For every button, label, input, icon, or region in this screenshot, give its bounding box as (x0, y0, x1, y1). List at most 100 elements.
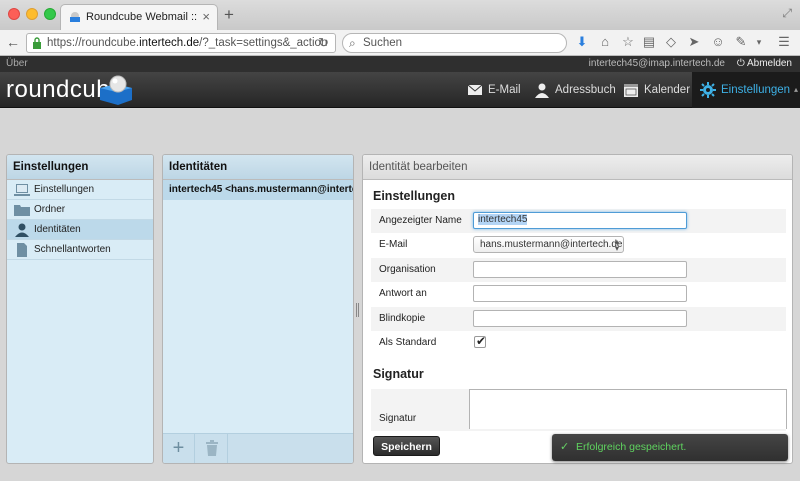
delete-identity-button[interactable] (196, 434, 228, 463)
settings-panel: Einstellungen Einstellungen Ordner Ident… (6, 154, 154, 464)
reply-to-label: Antwort an (379, 288, 427, 299)
search-bar[interactable]: ⌕ Suchen (342, 33, 567, 53)
email-select[interactable]: hans.mustermann@intertech.de ▴ ▾ (473, 236, 624, 253)
settings-item-identities[interactable]: Identitäten (7, 220, 153, 240)
folder-icon (14, 205, 30, 216)
row-default: Als Standard ✔ (371, 331, 786, 355)
reload-icon[interactable]: ↻ (318, 35, 329, 51)
extension-icon[interactable]: ✎ (733, 34, 749, 50)
display-name-field[interactable]: intertech45 (473, 212, 687, 229)
send-icon[interactable]: ➤ (686, 34, 702, 50)
pocket-icon[interactable]: ◇ (663, 34, 679, 50)
settings-item-label: Ordner (34, 204, 66, 215)
identity-list-item[interactable]: intertech45 <hans.mustermann@intertec... (163, 180, 353, 200)
nav-settings[interactable]: Einstellungen ▴ (692, 72, 800, 108)
reading-list-icon[interactable]: ▤ (641, 34, 657, 50)
download-icon[interactable]: ⬇ (574, 34, 590, 50)
url-text: https://roundcube.intertech.de/?_task=se… (47, 37, 328, 49)
settings-item-responses[interactable]: Schnellantworten (7, 240, 153, 260)
add-identity-button[interactable]: + (163, 434, 195, 463)
calendar-icon (624, 84, 638, 97)
settings-item-label: Schnellantworten (34, 244, 111, 255)
browser-tab[interactable]: Roundcube Webmail :: Ide... × (60, 4, 218, 30)
search-placeholder: Suchen (363, 37, 403, 49)
zoom-window-button[interactable] (44, 8, 56, 20)
section-signature-title: Signatur (373, 367, 424, 381)
nav-calendar-label: Kalender (644, 84, 691, 96)
envelope-icon (467, 84, 483, 95)
toast-message: Erfolgreich gespeichert. (576, 441, 687, 453)
person-icon (15, 223, 29, 237)
lock-icon (33, 37, 41, 49)
new-tab-button[interactable]: + (224, 6, 234, 23)
user-account-label: intertech45@imap.intertech.de (588, 58, 725, 69)
roundcube-top-strip: Über intertech45@imap.intertech.de ⏻ Abm… (0, 56, 800, 72)
identity-edit-title: Identität bearbeiten (363, 155, 792, 180)
row-reply-to: Antwort an (371, 282, 786, 306)
settings-item-label: Einstellungen (34, 184, 95, 195)
settings-item-preferences[interactable]: Einstellungen (7, 180, 153, 200)
chevron-up-icon[interactable]: ▴ (794, 85, 798, 94)
search-icon: ⌕ (349, 36, 356, 50)
reply-to-field[interactable] (473, 285, 687, 302)
success-toast: ✓ Erfolgreich gespeichert. (552, 434, 788, 461)
menu-icon[interactable]: ☰ (776, 34, 792, 50)
nav-settings-label: Einstellungen (721, 84, 791, 96)
identities-panel: Identitäten intertech45 <hans.mustermann… (162, 154, 354, 464)
logout-button[interactable]: ⏻ Abmelden (737, 58, 792, 69)
close-window-button[interactable] (8, 8, 20, 20)
identity-edit-panel: Identität bearbeiten Einstellungen Angez… (362, 154, 793, 464)
nav-addressbook[interactable]: Adressbuch (534, 72, 616, 108)
browser-nav-bar: ← https://roundcube.intertech.de/?_task=… (0, 30, 800, 56)
tab-title: Roundcube Webmail :: Ide... (86, 11, 198, 23)
signature-label: Signatur (379, 413, 417, 424)
person-icon (535, 83, 549, 98)
back-arrow-icon[interactable]: ← (6, 33, 20, 51)
nav-calendar[interactable]: Kalender (623, 72, 691, 108)
home-icon[interactable]: ⌂ (597, 34, 613, 50)
minimize-window-button[interactable] (26, 8, 38, 20)
default-label: Als Standard (379, 337, 437, 348)
roundcube-logo-icon (100, 75, 132, 105)
save-button[interactable]: Speichern (373, 436, 440, 456)
chevron-down-icon[interactable]: ▾ (751, 34, 767, 50)
roundcube-header: roundcube E-Mail Adressbuch Kalender Ein… (0, 72, 800, 108)
url-bar[interactable]: https://roundcube.intertech.de/?_task=se… (26, 33, 336, 53)
nav-addressbook-label: Adressbuch (555, 84, 616, 96)
settings-item-folders[interactable]: Ordner (7, 200, 153, 220)
settings-panel-title: Einstellungen (7, 155, 153, 180)
default-checkbox[interactable]: ✔ (474, 334, 487, 348)
settings-item-label: Identitäten (34, 224, 81, 235)
section-settings-title: Einstellungen (373, 189, 455, 203)
laptop-icon (14, 184, 30, 196)
roundcube-favicon-icon (70, 12, 80, 22)
document-icon (17, 243, 27, 257)
browser-tab-bar: Roundcube Webmail :: Ide... × + ⤢ (0, 0, 800, 30)
about-link[interactable]: Über (6, 58, 28, 69)
row-display-name: Angezeigter Name intertech45 (371, 209, 786, 233)
checkmark-icon: ✔ (476, 334, 487, 348)
select-arrows-icon: ▴ ▾ (614, 237, 619, 253)
chat-icon[interactable]: ☺ (710, 34, 726, 50)
checkmark-icon: ✓ (560, 441, 570, 453)
gear-icon (700, 82, 716, 98)
nav-email[interactable]: E-Mail (467, 72, 527, 108)
bookmark-star-icon[interactable]: ☆ (620, 34, 636, 50)
organisation-field[interactable] (473, 261, 687, 278)
nav-email-label: E-Mail (488, 84, 521, 96)
row-bcc: Blindkopie (371, 307, 786, 331)
row-signature: Signatur (371, 389, 787, 431)
panel-splitter[interactable] (354, 300, 360, 320)
identities-panel-title: Identitäten (163, 155, 353, 180)
bcc-field[interactable] (473, 310, 687, 327)
bcc-label: Blindkopie (379, 313, 426, 324)
email-label: E-Mail (379, 239, 408, 250)
row-organisation: Organisation (371, 258, 786, 282)
signature-editor[interactable] (469, 389, 787, 429)
close-tab-icon[interactable]: × (202, 9, 210, 24)
row-email: E-Mail hans.mustermann@intertech.de ▴ ▾ (371, 233, 786, 257)
trash-icon (205, 440, 218, 456)
display-name-label: Angezeigter Name (379, 215, 462, 226)
expand-icon[interactable]: ⤢ (782, 6, 792, 21)
identities-footer: + (163, 433, 353, 463)
